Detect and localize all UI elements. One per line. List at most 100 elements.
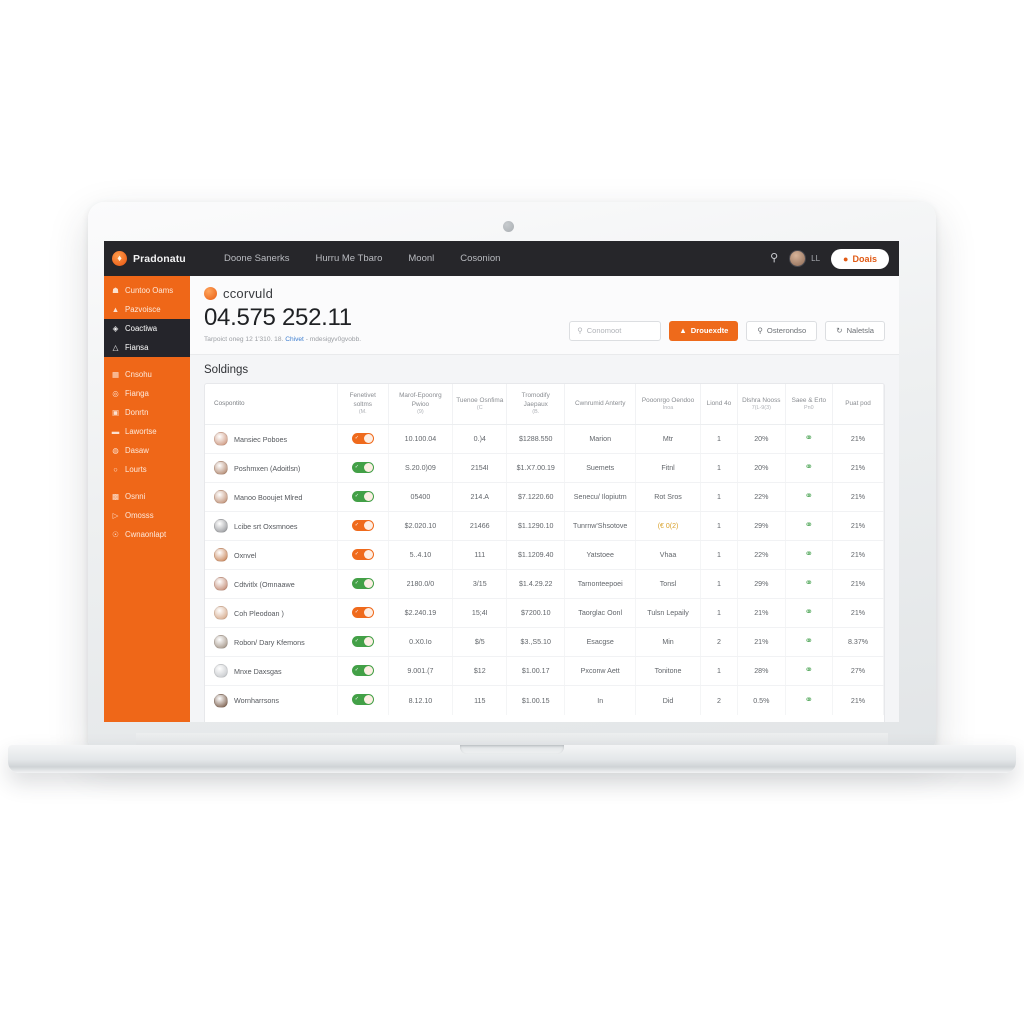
col-header-8[interactable]: Dlshra Nooss 7(L-9(3) [737, 383, 786, 426]
sidebar-item-0[interactable]: ☗ Cuntoo Oams [104, 281, 190, 300]
sidebar-item-6[interactable]: ▣ Donrtn [104, 403, 190, 422]
table-row[interactable]: Poshmxen (Adoitlsn) ✓ S.20.0)09 2154I $1.X7.… [205, 453, 884, 484]
table-row[interactable]: Lcibe srt Oxsmnoes ✓ $2.020.10 21466 $1.1290… [205, 511, 884, 542]
avatar [214, 693, 228, 708]
hero-sub-link[interactable]: Chivet [285, 336, 304, 343]
table-row[interactable]: Oxnvel ✓ 5..4.10 111 $1.1209.40 Yatstoee Vhaa 1… [205, 540, 884, 571]
row-toggle-cell: ✓ [337, 482, 389, 513]
col-label: Liond 4o [706, 400, 732, 408]
row-cell-last-percent: 21% [832, 685, 884, 715]
row-toggle[interactable]: ✓ [351, 490, 374, 502]
toggle-tick-icon: ✓ [354, 637, 359, 644]
card-icon: ▣ [111, 408, 120, 417]
table-row[interactable]: Coh Pleodoan ) ✓ $2.240.19 15;4I $7200.10 Tao… [205, 598, 884, 629]
col-header-4[interactable]: Tromodify Jaepaux (B. [506, 383, 566, 426]
sidebar-item-2[interactable]: ◈ Coactiwa [104, 319, 190, 338]
row-cell-price: $1.00.17 [506, 656, 566, 687]
table-row[interactable]: Wornharrsons ✓ 8.12.10 115 $1.00.15 In Did 2 0.5… [205, 685, 884, 715]
home-icon: ☗ [112, 286, 119, 295]
topnav-item-2[interactable]: Moonl [408, 253, 434, 264]
topnav-item-1[interactable]: Hurru Me Tbaro [315, 253, 382, 264]
col-header-1[interactable]: Fenetivet soltms (M. [337, 383, 389, 426]
sidebar-item-5[interactable]: ◎ Fianga [104, 384, 190, 403]
table-row[interactable]: Robon/ Dary Kfemons ✓ 0.X0.Io $/5 $3.,S5.10 E… [205, 627, 884, 658]
status-pin-icon: ⚭ [804, 462, 813, 474]
user-menu[interactable]: LL [789, 250, 820, 267]
hero-panel: ccorvuld 04.575 252.11 Tarpoict oneg 12 … [190, 276, 899, 355]
col-header-5[interactable]: Cwnrumid Anterty [564, 383, 637, 426]
row-name-label: Manoo Booujet Mlred [234, 492, 303, 502]
col-header-10[interactable]: Puat pod [832, 383, 884, 426]
row-name-cell: Wornharrsons [205, 685, 338, 715]
col-header-2[interactable]: Marof-Epoonrg Pwioo (9) [388, 383, 454, 426]
row-cell-count: 1 [700, 511, 739, 542]
sidebar-item-12[interactable]: ☉ Cwnaonlapt [104, 525, 190, 544]
table-row[interactable]: Cdtvitlx (Omnaawe ✓ 2180.0/0 3/15 $1.4.29.22… [205, 569, 884, 600]
row-cell-amount: 2180.0/0 [388, 569, 454, 600]
status-pin-icon: ⚭ [804, 636, 813, 648]
col-header-7[interactable]: Liond 4o [700, 383, 739, 426]
row-toggle[interactable]: ✓ [351, 548, 374, 560]
row-cell-category: Yatstoee [564, 540, 637, 571]
row-cell-package: Tonsl [635, 569, 701, 600]
sidebar-item-1[interactable]: ▲ Pazvoisce [104, 300, 190, 319]
col-label: Cwnrumid Anterty [574, 400, 626, 408]
row-cell-percent: 21% [737, 627, 786, 658]
col-header-9[interactable]: Saee & Erto Pn0 [785, 383, 834, 426]
table-row[interactable]: Manoo Booujet Mlred ✓ 05400 214.A $7.1220.60… [205, 482, 884, 513]
sidebar-item-8[interactable]: ◍ Dasaw [104, 441, 190, 460]
topnav-item-0[interactable]: Doone Sanerks [224, 253, 289, 264]
row-toggle[interactable]: ✓ [351, 664, 374, 676]
primary-action-button[interactable]: ▲ Drouexdte [669, 320, 739, 341]
row-cell-price: $7.1220.60 [506, 482, 566, 513]
col-header-3[interactable]: Tuenoe Osnfima (C [452, 383, 508, 426]
row-toggle[interactable]: ✓ [351, 635, 374, 647]
avatar [214, 548, 228, 563]
row-cell-amount: 10.100.04 [388, 424, 454, 455]
toggle-tick-icon: ✓ [354, 550, 359, 557]
col-label: Tuenoe Osnfima [456, 396, 504, 404]
col-header-6[interactable]: Pooonrgo Oendoo Inoa [635, 383, 701, 426]
sidebar-item-label: Fianga [125, 389, 149, 398]
filter-button-label: Osterondso [766, 326, 807, 336]
row-toggle[interactable]: ✓ [351, 606, 374, 618]
avatar [214, 519, 228, 534]
col-sub: (C [476, 404, 483, 411]
row-cell-percent: 29% [737, 569, 786, 600]
hero-sub-after: - mdesigyv0gvobb. [303, 335, 362, 343]
hero-kicker-label: ccorvuld [223, 286, 274, 301]
topbar-cta-button[interactable]: ● Doais [831, 248, 889, 269]
row-cell-qty: 111 [452, 540, 508, 571]
sidebar-item-9[interactable]: ○ Lourts [104, 460, 190, 479]
laptop-screen: ♦ Pradonatu Doone Sanerks Hurru Me Tbaro… [104, 241, 899, 722]
sidebar-item-10[interactable]: ▩ Osnni [104, 487, 190, 506]
row-toggle[interactable]: ✓ [351, 577, 374, 589]
refresh-button[interactable]: ↻ Naletsla [825, 320, 885, 341]
primary-action-label: Drouexdte [690, 326, 729, 336]
row-toggle[interactable]: ✓ [351, 461, 374, 473]
filter-button[interactable]: ⚲ Osterondso [746, 320, 818, 341]
search-icon[interactable]: ⚲ [770, 253, 778, 264]
row-cell-count: 1 [700, 453, 739, 484]
row-toggle[interactable]: ✓ [351, 432, 374, 444]
sidebar-item-7[interactable]: ▬ Lawortse [104, 422, 190, 441]
col-sub: Inoa [662, 404, 674, 411]
brand-logo[interactable]: ♦ Pradonatu [112, 251, 208, 266]
row-status-cell: ⚭ [785, 598, 834, 629]
sidebar-item-4[interactable]: ▦ Cnsohu [104, 365, 190, 384]
row-toggle[interactable]: ✓ [351, 694, 374, 706]
row-toggle[interactable]: ✓ [351, 519, 374, 531]
row-name-cell: Manoo Booujet Mlred [205, 482, 338, 513]
sidebar-item-label: Lawortse [125, 427, 157, 436]
table-row[interactable]: Mansiec Poboes ✓ 10.100.04 0.)4 $1288.550 Mar… [205, 424, 884, 455]
topnav-item-3[interactable]: Cosonion [460, 253, 500, 264]
sidebar-item-3[interactable]: △ Fiansa [104, 338, 190, 357]
book-icon: ▬ [111, 427, 120, 436]
user-name-label: LL [811, 254, 821, 263]
toggle-knob [363, 695, 373, 705]
search-input[interactable]: ⚲ Conomoot [569, 320, 662, 341]
col-header-0[interactable]: Cospontito [205, 383, 338, 426]
sidebar-item-11[interactable]: ▷ Omosss [104, 506, 190, 525]
table-row[interactable]: Mnxe Daxsgas ✓ 9.001.(7 $12 $1.00.17 Pxconw A… [205, 656, 884, 687]
row-name-label: Poshmxen (Adoitlsn) [234, 463, 301, 473]
